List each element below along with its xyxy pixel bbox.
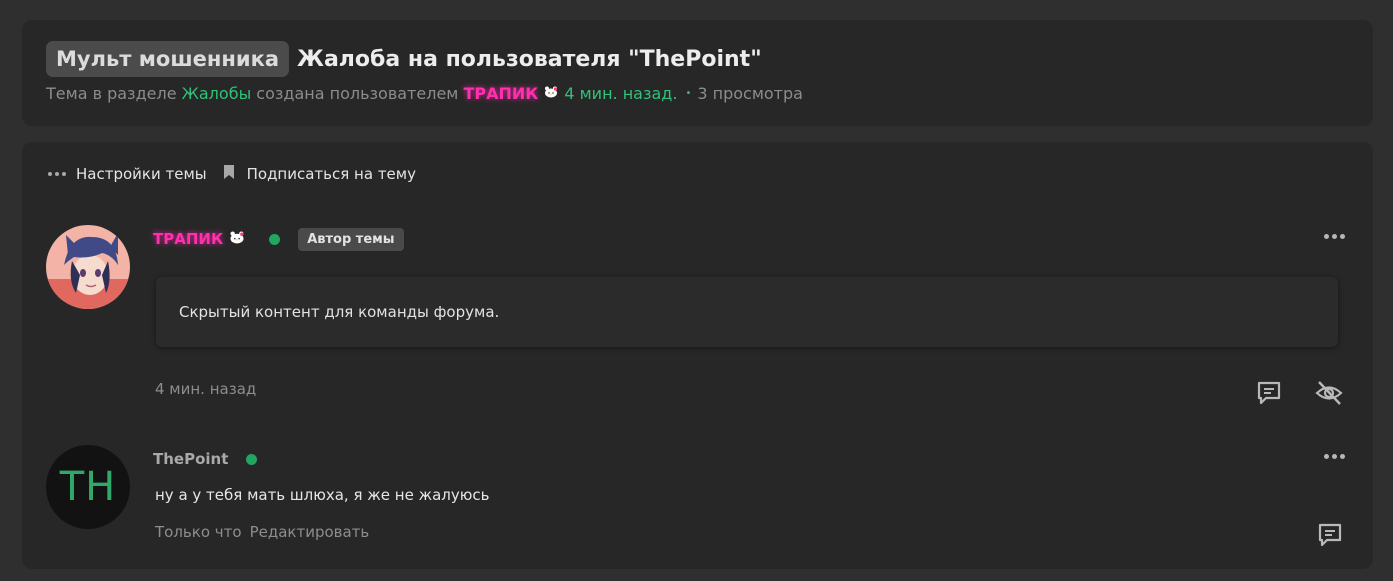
post-author[interactable]: ThePoint [153, 450, 228, 468]
post-time[interactable]: Только что [155, 523, 242, 541]
hidden-content-text: Скрытый контент для команды форума. [179, 303, 500, 321]
subscribe-button[interactable]: Подписаться на тему [207, 164, 416, 184]
post-menu-ellipsis-icon[interactable] [1324, 454, 1345, 459]
meta-text-middle: созданa пользователем [256, 84, 459, 103]
thread-prefix-badge[interactable]: Мульт мошенника [46, 41, 290, 77]
edit-link[interactable]: Редактировать [250, 523, 370, 541]
thread-author-badge: Автор темы [298, 227, 404, 251]
hidden-content-block: Скрытый контент для команды форума. [156, 277, 1338, 347]
post-author[interactable]: ТРАПИК [153, 230, 223, 248]
post-content: ну а у тебя мать шлюха, я же не жалуюсь [155, 486, 490, 504]
section-link[interactable]: Жалобы [182, 84, 252, 103]
eye-off-icon[interactable] [1314, 378, 1344, 408]
online-indicator [269, 233, 281, 245]
subscribe-label: Подписаться на тему [246, 165, 416, 183]
separator-dot: • [685, 88, 692, 99]
avatar[interactable] [46, 225, 130, 309]
thread-settings-button[interactable]: Настройки темы [48, 165, 207, 183]
thread-meta: Тема в разделе Жалобы созданa пользовате… [46, 84, 803, 103]
avatar[interactable]: TH [46, 445, 130, 529]
reply-icon[interactable] [1315, 520, 1345, 550]
hello-kitty-icon [544, 86, 558, 101]
thread-settings-label: Настройки темы [76, 165, 207, 183]
reply-icon[interactable] [1254, 378, 1284, 408]
thread-body: Настройки темы Подписаться на тему ТРАПИ… [22, 142, 1373, 569]
hello-kitty-icon [229, 231, 245, 247]
post-time[interactable]: 4 мин. назад [155, 380, 256, 398]
post-header: ТРАПИК Автор темы [153, 227, 404, 251]
thread-title: Жалоба на пользователя "ThePoint" [297, 46, 762, 72]
post-header: ThePoint [153, 448, 258, 470]
avatar-letters: TH [59, 464, 117, 510]
bookmark-icon [223, 164, 235, 184]
author-link[interactable]: ТРАПИК [463, 84, 538, 103]
thread-time-link[interactable]: 4 мин. назад. [564, 84, 677, 103]
thread-header: Мульт мошенника Жалоба на пользователя "… [22, 20, 1373, 126]
post-footer: Только что Редактировать [155, 523, 369, 541]
ellipsis-icon [48, 172, 66, 176]
meta-text-before: Тема в разделе [46, 84, 177, 103]
views-count: 3 просмотра [697, 84, 803, 103]
post-menu-ellipsis-icon[interactable] [1324, 234, 1345, 239]
thread-actions: Настройки темы Подписаться на тему [48, 164, 416, 184]
title-row: Мульт мошенника Жалоба на пользователя "… [46, 41, 762, 77]
online-indicator [246, 453, 258, 465]
